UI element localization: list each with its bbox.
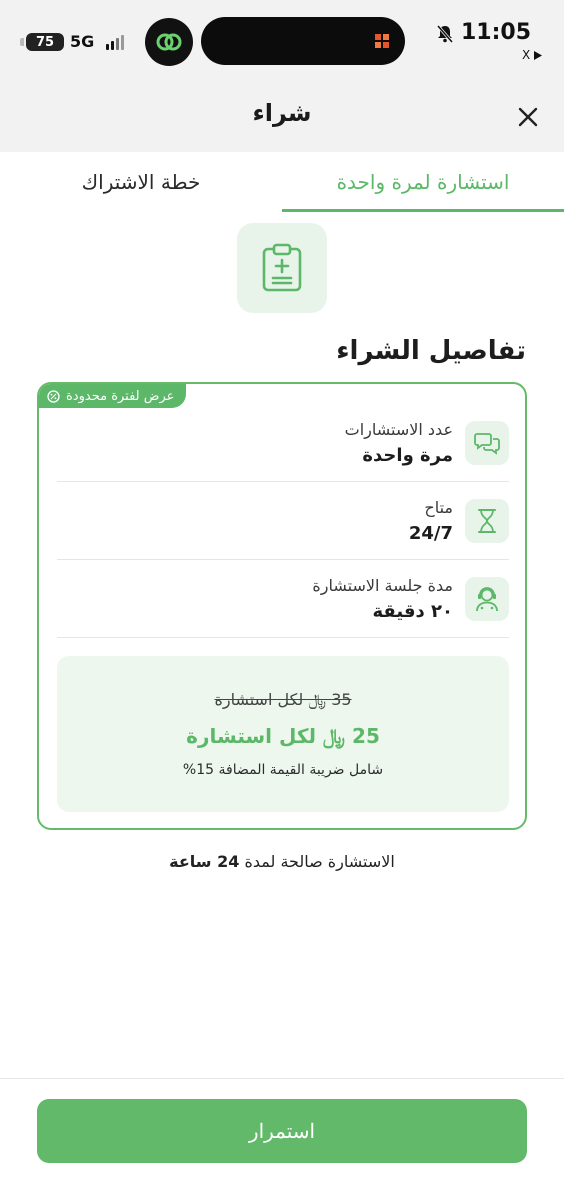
tab-subscription-plan[interactable]: خطة الاشتراك — [0, 152, 282, 212]
battery-indicator: 75 — [20, 33, 64, 51]
back-app-label: X — [522, 48, 531, 62]
page-title: شراء — [252, 99, 312, 127]
old-price: 35 ﷼ لكل استشارة — [214, 690, 352, 709]
chat-bubbles-icon — [465, 420, 509, 465]
network-type: 5G — [70, 32, 95, 51]
footer-divider — [0, 1078, 564, 1079]
hourglass-icon — [465, 498, 509, 543]
dynamic-island — [201, 17, 405, 65]
row-label: عدد الاستشارات — [344, 419, 453, 439]
clock: 11:05 — [461, 20, 532, 45]
header: شراء — [0, 85, 564, 145]
list-item: متاح 24/7 — [57, 482, 509, 560]
back-to-app-link[interactable]: X — [522, 48, 543, 62]
tab-one-time-consultation[interactable]: استشارة لمرة واحدة — [282, 152, 564, 212]
row-value: 24/7 — [408, 522, 453, 544]
row-label: مدة جلسة الاستشارة — [312, 575, 453, 595]
details-list: عدد الاستشارات مرة واحدة متاح 24/7 مدة ج… — [57, 404, 509, 638]
row-value: مرة واحدة — [362, 444, 453, 466]
list-item: مدة جلسة الاستشارة ٢٠ دقيقة — [57, 560, 509, 638]
row-label: متاح — [424, 497, 453, 517]
play-icon — [534, 50, 543, 60]
badge-label: عرض لفترة محدودة — [66, 388, 175, 404]
percent-icon — [47, 389, 60, 403]
new-price: 25 ﷼ لكل استشارة — [186, 724, 380, 748]
close-button[interactable] — [512, 101, 544, 133]
island-app-icon — [375, 34, 389, 48]
signal-icon — [106, 34, 128, 50]
price-box: 35 ﷼ لكل استشارة 25 ﷼ لكل استشارة شامل ض… — [57, 656, 509, 812]
validity-prefix: الاستشارة صالحة لمدة — [244, 852, 395, 871]
status-bar: 75 5G 11:05 X — [0, 0, 564, 70]
close-icon — [518, 107, 538, 127]
clipboard-plus-icon — [237, 223, 327, 313]
purchase-details-card: عرض لفترة محدودة عدد الاستشارات مرة واحد… — [37, 382, 527, 830]
continue-button[interactable]: استمرار — [37, 1099, 527, 1163]
validity-duration: 24 ساعة — [169, 852, 240, 871]
row-value: ٢٠ دقيقة — [372, 600, 454, 622]
section-title: تفاصيل الشراء — [336, 336, 526, 366]
validity-note: الاستشارة صالحة لمدة 24 ساعة — [0, 852, 564, 871]
list-item: عدد الاستشارات مرة واحدة — [57, 404, 509, 482]
bell-off-icon — [436, 25, 454, 43]
app-logo-icon — [145, 18, 193, 66]
consultant-icon — [465, 576, 509, 621]
vat-note: شامل ضريبة القيمة المضافة 15% — [182, 762, 384, 778]
tabs: استشارة لمرة واحدة خطة الاشتراك — [0, 152, 564, 212]
